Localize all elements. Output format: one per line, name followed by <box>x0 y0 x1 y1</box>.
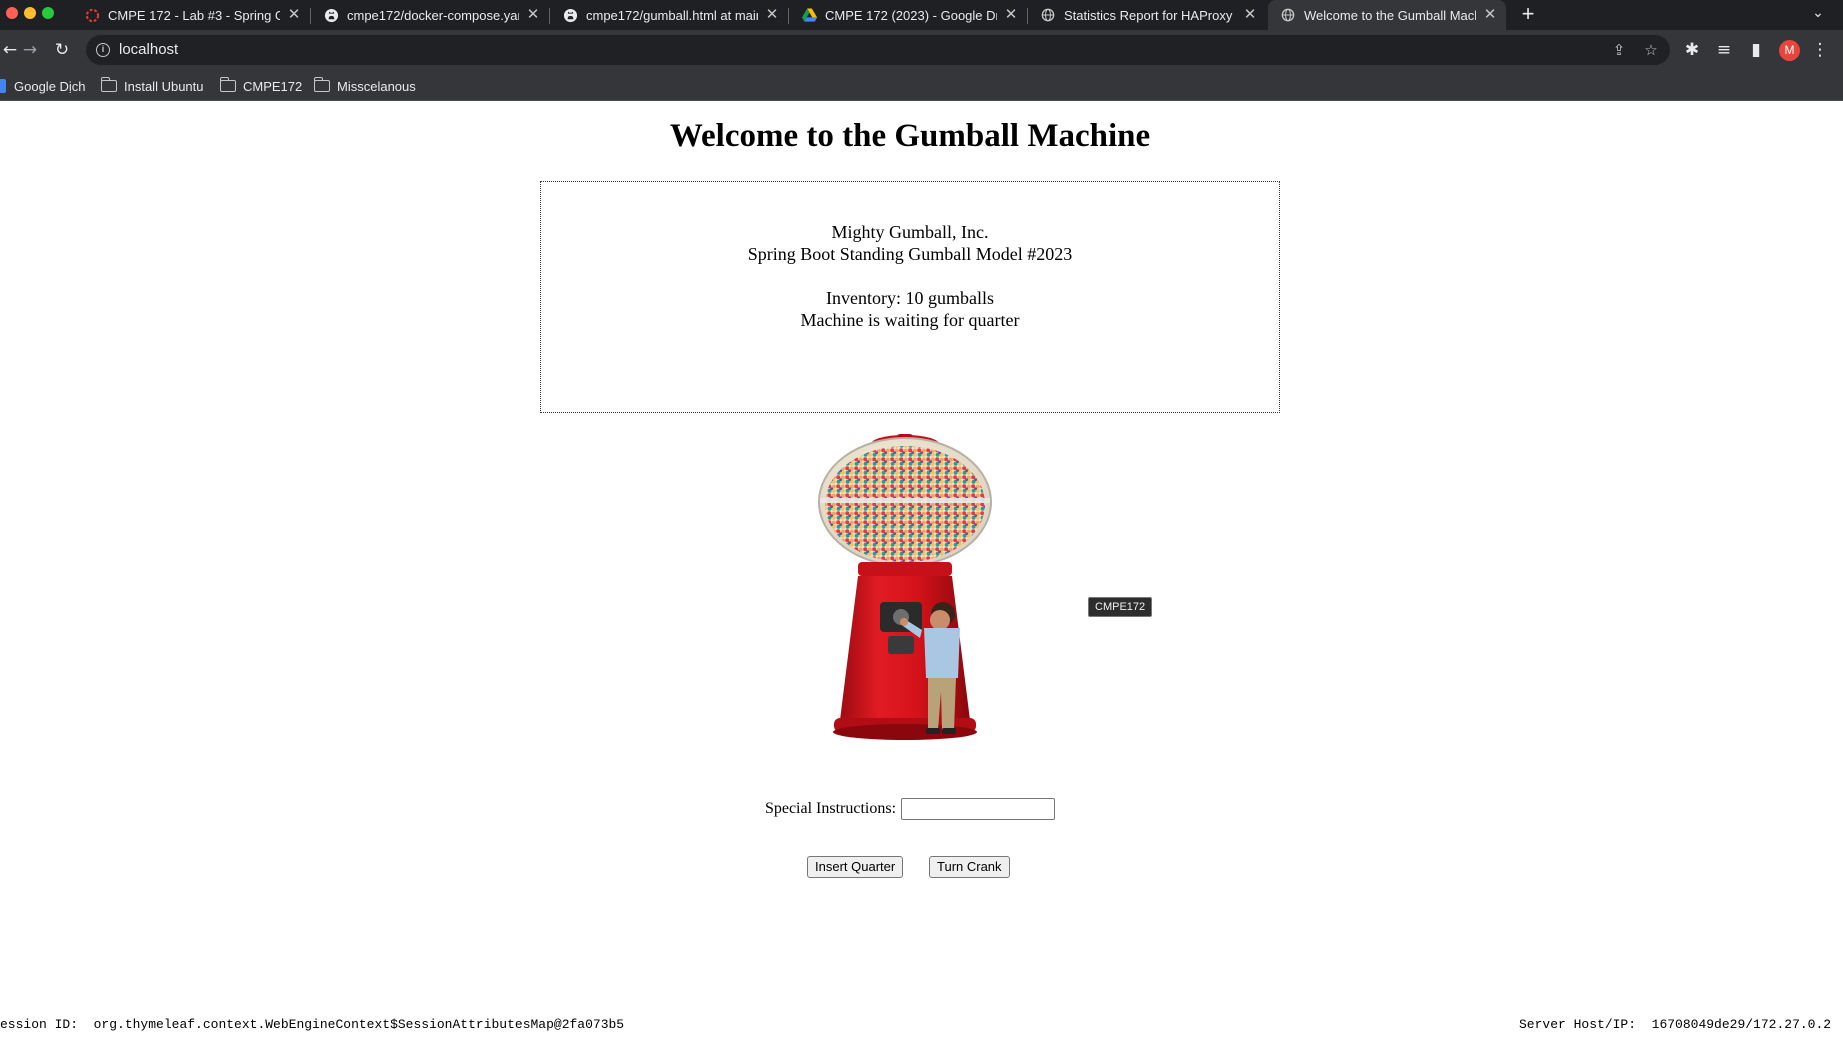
page-title: Welcome to the Gumball Machine <box>669 118 1151 154</box>
session-id-label: ession ID: <box>0 1017 79 1032</box>
close-icon[interactable]: ✕ <box>1482 7 1498 23</box>
extensions-puzzle-icon[interactable]: ✱ <box>1682 40 1702 60</box>
bookmark-misscelanous[interactable]: Misscelanous <box>313 76 416 96</box>
forward-icon[interactable]: → <box>20 40 40 60</box>
close-icon[interactable]: ✕ <box>764 7 780 23</box>
browser-toolbar: ← → ↻ i localhost ⇪ ☆ ✱ ≡ ▮ M ⋮ <box>0 30 1843 70</box>
url-text: localhost <box>119 41 179 58</box>
close-icon[interactable]: ✕ <box>286 7 302 23</box>
bookmark-label: Google Dịch <box>14 78 86 94</box>
machine-state: Machine is waiting for quarter <box>800 310 1020 330</box>
back-icon[interactable]: ← <box>0 40 20 60</box>
tab-search-chevron-icon[interactable]: ⌄ <box>1808 5 1828 25</box>
canvas-icon <box>84 7 100 23</box>
avatar[interactable]: M <box>1779 40 1800 61</box>
bookmark-label: Install Ubuntu <box>124 78 204 94</box>
server-host-footer: Server Host/IP: 16708049de29/172.27.0.2 <box>1519 1017 1831 1032</box>
new-tab-button[interactable]: + <box>1516 3 1540 27</box>
reload-icon[interactable]: ↻ <box>52 40 72 60</box>
globe-icon <box>1040 7 1056 23</box>
bookmark-label: CMPE172 <box>243 78 303 94</box>
special-instructions-label: Special Instructions: <box>764 800 897 817</box>
tab-haproxy-stats[interactable]: Statistics Report for HAProxy ✕ <box>1028 0 1266 30</box>
tab-title: CMPE 172 (2023) - Google Driv <box>825 7 997 23</box>
insert-quarter-button[interactable]: Insert Quarter <box>807 856 904 878</box>
window-minimize-icon[interactable] <box>24 7 36 19</box>
tab-title: cmpe172/gumball.html at main <box>586 7 758 23</box>
special-instructions-input[interactable] <box>901 798 1056 820</box>
github-icon <box>323 7 339 23</box>
address-bar[interactable]: i localhost ⇪ ☆ <box>86 35 1670 65</box>
tab-strip: CMPE 172 - Lab #3 - Spring Gu ✕ cmpe172/… <box>0 0 1843 30</box>
menu-kebab-icon[interactable]: ⋮ <box>1810 40 1830 60</box>
folder-icon <box>100 77 117 92</box>
session-id-value: org.thymeleaf.context.WebEngineContext$S… <box>93 1017 625 1032</box>
tab-google-drive[interactable]: CMPE 172 (2023) - Google Driv ✕ <box>789 0 1027 30</box>
tab-title: cmpe172/docker-compose.yam <box>347 7 519 23</box>
company-name: Mighty Gumball, Inc. <box>831 222 989 242</box>
side-panel-icon[interactable]: ▮ <box>1746 40 1766 60</box>
globe-icon <box>1280 7 1296 23</box>
tab-cmpe-lab3[interactable]: CMPE 172 - Lab #3 - Spring Gu ✕ <box>72 0 310 30</box>
github-icon <box>562 7 578 23</box>
bookmarks-bar: Google Dịch Install Ubuntu CMPE172 Missc… <box>0 70 1843 101</box>
server-host-label: Server Host/IP: <box>1519 1017 1637 1032</box>
server-host-value: 16708049de29/172.27.0.2 <box>1651 1017 1832 1032</box>
bookmark-label: Misscelanous <box>337 78 416 94</box>
bookmark-install-ubuntu[interactable]: Install Ubuntu <box>100 76 204 96</box>
close-icon[interactable]: ✕ <box>1242 7 1258 23</box>
gumball-machine-image <box>818 434 992 740</box>
tab-title: Statistics Report for HAProxy <box>1064 7 1233 23</box>
hover-tooltip: CMPE172 <box>1088 597 1153 617</box>
site-info-icon[interactable]: i <box>96 43 110 57</box>
close-icon[interactable]: ✕ <box>1003 7 1019 23</box>
machine-info-box: Mighty Gumball, Inc. Spring Boot Standin… <box>540 181 1280 413</box>
tab-gumball-machine[interactable]: Welcome to the Gumball Machi ✕ <box>1268 0 1506 30</box>
bookmark-google-dich[interactable]: Google Dịch <box>0 76 86 96</box>
share-icon[interactable]: ⇪ <box>1609 40 1629 60</box>
model-name: Spring Boot Standing Gumball Model #2023 <box>747 244 1073 264</box>
turn-crank-button[interactable]: Turn Crank <box>929 856 1010 878</box>
reading-list-icon[interactable]: ≡ <box>1714 40 1734 60</box>
special-instructions-row: Special Instructions: <box>0 798 1820 820</box>
window-zoom-icon[interactable] <box>42 7 54 19</box>
folder-icon <box>219 77 236 92</box>
inventory-status: Inventory: 10 gumballs <box>826 288 994 308</box>
tab-gumball-html[interactable]: cmpe172/gumball.html at main ✕ <box>550 0 788 30</box>
bookmark-star-icon[interactable]: ☆ <box>1641 40 1661 60</box>
tab-docker-compose[interactable]: cmpe172/docker-compose.yam ✕ <box>311 0 549 30</box>
tab-title: CMPE 172 - Lab #3 - Spring Gu <box>108 7 280 23</box>
bookmark-cmpe172[interactable]: CMPE172 <box>219 76 303 96</box>
window-close-icon[interactable] <box>6 7 18 19</box>
tab-title: Welcome to the Gumball Machi <box>1304 7 1476 23</box>
google-drive-icon <box>801 7 817 23</box>
google-translate-icon <box>0 79 6 93</box>
folder-icon <box>313 77 330 92</box>
session-id-footer: ession ID: org.thymeleaf.context.WebEngi… <box>0 1017 624 1032</box>
close-icon[interactable]: ✕ <box>525 7 541 23</box>
